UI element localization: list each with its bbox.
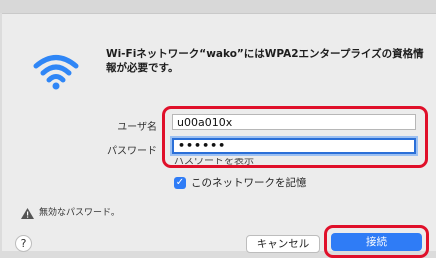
dialog-message: Wi-Fiネットワーク“wako”にはWPA2エンタープライズの資格情報が必要で… (106, 48, 424, 74)
wifi-credentials-dialog: Wi-Fiネットワーク“wako”にはWPA2エンタープライズの資格情報が必要で… (2, 13, 436, 258)
window-top-strip (0, 0, 436, 13)
warning-triangle-icon (21, 208, 34, 219)
highlight-outline-connect (324, 225, 429, 258)
show-password-checkbox[interactable]: パスワードを表示 (174, 158, 254, 169)
warning-message: 無効なパスワード。 (39, 208, 120, 218)
username-label: ユーザ名 (117, 122, 157, 133)
remember-network-label: このネットワークを記憶 (191, 177, 307, 189)
wifi-icon (33, 55, 79, 90)
help-button[interactable]: ? (15, 235, 32, 252)
checkmark-icon[interactable]: ✓ (174, 177, 186, 189)
password-label: パスワード (107, 146, 157, 157)
cancel-button[interactable]: キャンセル (246, 235, 320, 253)
